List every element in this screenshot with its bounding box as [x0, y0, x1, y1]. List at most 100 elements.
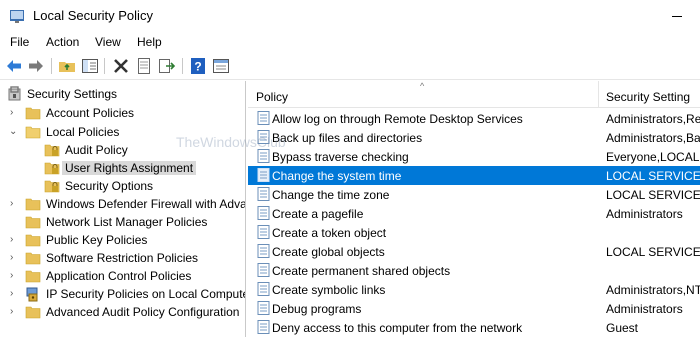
list-item[interactable]: Create symbolic links Administrators,NT [248, 280, 700, 299]
expand-chevron-icon[interactable]: › [10, 270, 20, 282]
delete-icon[interactable] [112, 57, 130, 75]
list-item[interactable]: Deny access to this computer from the ne… [248, 318, 700, 337]
tree-item-audit-policy[interactable]: Audit Policy [0, 141, 245, 159]
tree-item-network-list-manager-policies[interactable]: Network List Manager Policies [0, 213, 245, 231]
forward-icon[interactable] [27, 57, 45, 75]
folder-icon [25, 252, 41, 265]
tree-item-security-options[interactable]: Security Options [0, 177, 245, 195]
policy-icon [257, 168, 270, 182]
column-header-policy[interactable]: ^ Policy [248, 81, 598, 108]
tree-item-advanced-audit-policy-configuration[interactable]: › Advanced Audit Policy Configuration [0, 303, 245, 321]
tree-item-user-rights-assignment[interactable]: User Rights Assignment [0, 159, 245, 177]
up-folder-icon[interactable] [58, 57, 76, 75]
help-icon[interactable]: ? [189, 57, 207, 75]
policy-name: Change the system time [272, 169, 402, 183]
security-setting: LOCAL SERVICE,N [606, 245, 700, 259]
folder-icon [25, 198, 41, 211]
list-item[interactable]: Back up files and directories Administra… [248, 128, 700, 147]
tree-item-public-key-policies[interactable]: › Public Key Policies [0, 231, 245, 249]
tree-item-security-settings[interactable]: Security Settings [0, 85, 245, 103]
tree-item-account-policies[interactable]: › Account Policies [0, 104, 245, 122]
menu-help[interactable]: Help [137, 35, 162, 49]
expand-chevron-icon[interactable]: › [10, 252, 20, 264]
list-item[interactable]: Bypass traverse checking Everyone,LOCAL … [248, 147, 700, 166]
security-setting: LOCAL SERVICE,A [606, 188, 700, 202]
local-security-policy-icon [10, 10, 24, 23]
tree-item-application-control-policies[interactable]: › Application Control Policies [0, 267, 245, 285]
expand-chevron-icon[interactable]: › [10, 288, 20, 300]
policy-name: Create global objects [272, 245, 385, 259]
list-item[interactable]: Create global objects LOCAL SERVICE,N [248, 242, 700, 261]
security-setting: Administrators,Ba [606, 131, 700, 145]
list-item[interactable]: Allow log on through Remote Desktop Serv… [248, 109, 700, 128]
toolbar-separator [182, 58, 183, 74]
window-title: Local Security Policy [33, 8, 153, 23]
expand-chevron-icon[interactable]: › [10, 198, 20, 210]
list-item[interactable]: Create a pagefile Administrators [248, 204, 700, 223]
list-item[interactable]: Debug programs Administrators [248, 299, 700, 318]
toolbar-separator [104, 58, 105, 74]
toolbar: ? [0, 53, 700, 80]
tree-label: Software Restriction Policies [46, 251, 199, 265]
expand-chevron-icon[interactable]: › [10, 234, 20, 246]
tree-label: Advanced Audit Policy Configuration [46, 305, 240, 319]
lock-folder-icon [44, 162, 60, 175]
policy-icon [257, 149, 270, 163]
security-setting: Administrators,NT [606, 283, 700, 297]
console-tree: Security Settings › Account Policies ⌄ L… [0, 81, 246, 337]
policy-name: Allow log on through Remote Desktop Serv… [272, 112, 523, 126]
policy-name: Create permanent shared objects [272, 264, 451, 278]
properties-icon[interactable] [135, 57, 153, 75]
title-bar: Local Security Policy [0, 0, 700, 32]
expand-chevron-icon[interactable]: › [10, 107, 20, 119]
tree-label: Windows Defender Firewall with Adva [46, 197, 246, 211]
policy-icon [257, 111, 270, 125]
policy-name: Change the time zone [272, 188, 390, 202]
tree-label: Local Policies [46, 125, 120, 139]
policy-name: Create symbolic links [272, 283, 386, 297]
tree-label: Security Settings [27, 87, 118, 101]
policy-icon [257, 130, 270, 144]
console-icon[interactable] [212, 57, 230, 75]
tree-item-software-restriction-policies[interactable]: › Software Restriction Policies [0, 249, 245, 267]
policy-name: Create a token object [272, 226, 387, 240]
list-item[interactable]: Create a token object [248, 223, 700, 242]
security-setting: Administrators [606, 302, 683, 316]
ip-security-icon [26, 287, 38, 302]
security-setting: Administrators,Re [606, 112, 700, 126]
tree-item-windows-defender-firewall[interactable]: › Windows Defender Firewall with Adva [0, 195, 246, 213]
toolbar-separator [51, 58, 52, 74]
security-setting: LOCAL SERVICE,A [606, 169, 700, 183]
tree-item-local-policies[interactable]: ⌄ Local Policies [0, 123, 245, 141]
list-item[interactable]: Create permanent shared objects [248, 261, 700, 280]
folder-icon [25, 107, 41, 120]
tree-label: Audit Policy [65, 143, 128, 157]
policy-icon [257, 282, 270, 296]
show-hide-tree-icon[interactable] [81, 57, 99, 75]
list-item-selected[interactable]: Change the system time LOCAL SERVICE,A [248, 166, 700, 185]
menu-action[interactable]: Action [46, 35, 79, 49]
tree-label: Account Policies [46, 106, 135, 120]
list-item[interactable]: Change the time zone LOCAL SERVICE,A [248, 185, 700, 204]
security-setting: Everyone,LOCAL S [606, 150, 700, 164]
expand-chevron-icon[interactable]: › [10, 306, 20, 318]
minimize-button[interactable] [654, 0, 700, 32]
lock-folder-icon [44, 144, 60, 157]
lock-folder-icon [44, 180, 60, 193]
menu-file[interactable]: File [10, 35, 29, 49]
menu-view[interactable]: View [95, 35, 121, 49]
collapse-chevron-icon[interactable]: ⌄ [9, 126, 19, 138]
policy-list: ^ Policy Security Setting Allow log on t… [248, 81, 700, 337]
policy-icon [257, 206, 270, 220]
back-icon[interactable] [5, 57, 23, 75]
policy-icon [257, 263, 270, 277]
export-list-icon[interactable] [158, 57, 176, 75]
policy-icon [257, 225, 270, 239]
policy-name: Create a pagefile [272, 207, 364, 221]
security-settings-icon [8, 86, 21, 101]
column-header-security-setting[interactable]: Security Setting [599, 81, 700, 108]
policy-icon [257, 301, 270, 315]
security-setting: Guest [606, 321, 639, 335]
sort-ascending-icon: ^ [420, 81, 425, 91]
tree-item-ip-security-policies[interactable]: › IP Security Policies on Local Compute [0, 285, 245, 303]
